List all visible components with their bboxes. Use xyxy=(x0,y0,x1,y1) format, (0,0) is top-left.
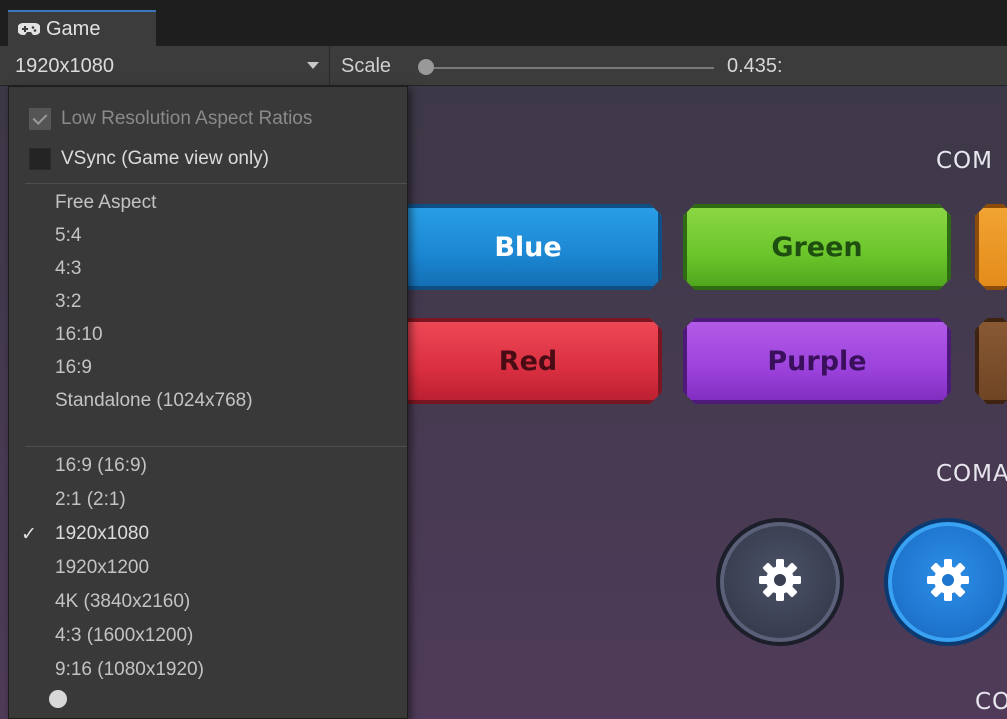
scale-slider-thumb[interactable] xyxy=(418,59,434,75)
menu-item-label: 16:9 (16:9) xyxy=(55,455,147,476)
dropdown-arrow-icon xyxy=(307,62,319,69)
resolution-value: 1920x1080 xyxy=(15,54,114,77)
menu-item-16-9[interactable]: 16:9 xyxy=(9,352,407,384)
menu-item-label: 16:10 xyxy=(55,324,103,345)
tab-label: Game xyxy=(46,17,101,40)
green-button[interactable]: Green xyxy=(683,204,951,290)
scale-slider-track[interactable] xyxy=(424,67,714,69)
menu-item-label: 1920x1200 xyxy=(55,557,150,578)
toggle-label: Low Resolution Aspect Ratios xyxy=(61,108,313,129)
resolution-dropdown[interactable]: 1920x1080 xyxy=(0,46,330,86)
settings-button-dark[interactable] xyxy=(716,518,844,646)
menu-item-label: 2:1 (2:1) xyxy=(55,489,126,510)
menu-item-label: 1920x1080 xyxy=(55,523,150,544)
tab-game[interactable]: Game xyxy=(8,10,156,46)
purple-button-label: Purple xyxy=(767,345,867,377)
menu-separator xyxy=(25,446,407,447)
game-view-toolbar: 1920x1080 Scale 0.435: xyxy=(0,46,1007,86)
menu-item-label: 4:3 xyxy=(55,258,82,279)
menu-item-label: 3:2 xyxy=(55,291,82,312)
toggle-label: VSync (Game view only) xyxy=(61,148,270,169)
menu-item-label: 9:16 (1080x1920) xyxy=(55,659,204,680)
menu-item-label: 4:3 (1600x1200) xyxy=(55,625,194,646)
section-label-3: CO xyxy=(975,689,1007,715)
purple-button[interactable]: Purple xyxy=(683,318,951,404)
menu-item-1920x1080[interactable]: ✓ 1920x1080 xyxy=(9,518,407,550)
menu-item-3-2[interactable]: 3:2 xyxy=(9,286,407,318)
menu-item-label: Standalone (1024x768) xyxy=(55,390,253,411)
toggle-low-resolution-aspect-ratios[interactable]: Low Resolution Aspect Ratios xyxy=(9,103,407,135)
blue-button[interactable]: Blue xyxy=(394,204,662,290)
scale-value: 0.435: xyxy=(727,55,783,77)
section-label-1: COM xyxy=(936,148,994,174)
menu-item-4k[interactable]: 4K (3840x2160) xyxy=(9,586,407,618)
menu-item-16-10[interactable]: 16:10 xyxy=(9,319,407,351)
green-button-label: Green xyxy=(771,231,863,263)
menu-item-standalone[interactable]: Standalone (1024x768) xyxy=(9,385,407,417)
menu-item-label: 5:4 xyxy=(55,225,82,246)
toggle-vsync[interactable]: VSync (Game view only) xyxy=(9,143,407,175)
gear-icon xyxy=(924,556,972,609)
gamepad-icon xyxy=(18,22,40,36)
menu-item-label: 16:9 xyxy=(55,357,92,378)
resolution-dropdown-menu: Low Resolution Aspect Ratios VSync (Game… xyxy=(8,86,408,719)
menu-item-free-aspect[interactable]: Free Aspect xyxy=(9,187,407,219)
scale-label: Scale xyxy=(341,55,392,77)
red-button[interactable]: Red xyxy=(394,318,662,404)
section-label-2: COMA xyxy=(936,461,1007,487)
menu-item-1920x1200[interactable]: 1920x1200 xyxy=(9,552,407,584)
checkbox-low-res xyxy=(29,108,51,130)
brown-button[interactable] xyxy=(975,318,1007,404)
menu-item-9-16[interactable]: 9:16 (1080x1920) xyxy=(9,654,407,686)
settings-button-blue[interactable] xyxy=(884,518,1007,646)
editor-tab-strip: Game xyxy=(0,0,1007,46)
red-button-label: Red xyxy=(498,345,558,377)
scroll-down-icon[interactable] xyxy=(49,690,67,708)
menu-item-2-1[interactable]: 2:1 (2:1) xyxy=(9,484,407,516)
gear-icon xyxy=(756,556,804,609)
orange-button[interactable] xyxy=(975,204,1007,290)
menu-item-16-9-custom[interactable]: 16:9 (16:9) xyxy=(9,450,407,482)
menu-item-4-3-1600x1200[interactable]: 4:3 (1600x1200) xyxy=(9,620,407,652)
menu-item-label: 4K (3840x2160) xyxy=(55,591,191,612)
blue-button-label: Blue xyxy=(494,231,562,263)
checkmark-icon: ✓ xyxy=(21,523,37,545)
menu-item-label: Free Aspect xyxy=(55,192,157,213)
menu-item-4-3[interactable]: 4:3 xyxy=(9,253,407,285)
checkbox-vsync[interactable] xyxy=(29,148,51,170)
menu-item-5-4[interactable]: 5:4 xyxy=(9,220,407,252)
menu-separator xyxy=(25,183,407,184)
